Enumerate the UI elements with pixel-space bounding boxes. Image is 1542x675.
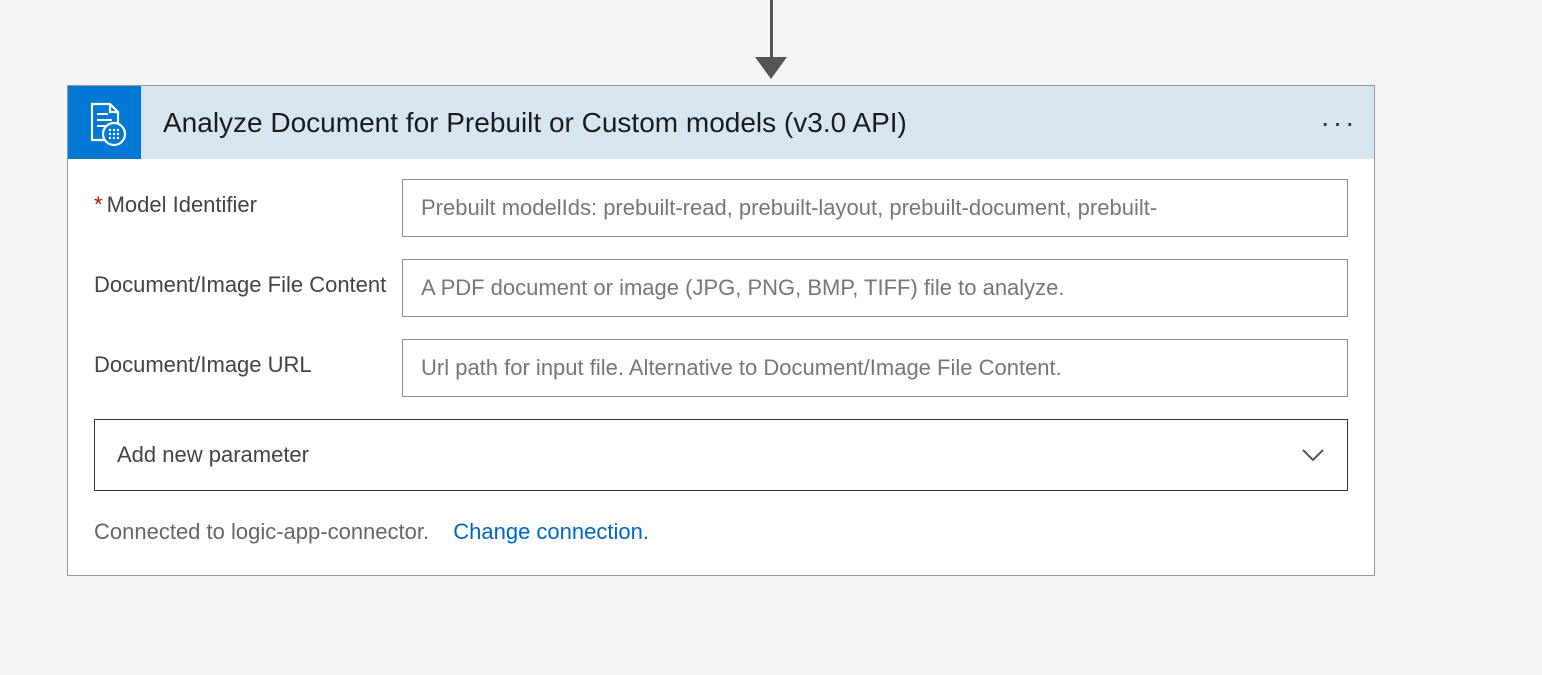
model-identifier-input[interactable] <box>402 179 1348 237</box>
field-document-content: Document/Image File Content <box>94 259 1348 317</box>
document-url-input[interactable] <box>402 339 1348 397</box>
card-title: Analyze Document for Prebuilt or Custom … <box>141 107 1304 139</box>
action-card: Analyze Document for Prebuilt or Custom … <box>67 85 1375 576</box>
field-model-identifier: *Model Identifier <box>94 179 1348 237</box>
dropdown-label: Add new parameter <box>117 442 309 468</box>
connection-status-text: Connected to logic-app-connector. <box>94 519 429 544</box>
document-ai-icon <box>68 86 141 159</box>
field-label: Document/Image File Content <box>94 259 402 301</box>
card-header[interactable]: Analyze Document for Prebuilt or Custom … <box>68 86 1374 159</box>
flow-arrow <box>755 0 787 85</box>
document-content-input[interactable] <box>402 259 1348 317</box>
more-menu-button[interactable]: ··· <box>1304 86 1374 159</box>
field-label: Document/Image URL <box>94 339 402 381</box>
required-asterisk: * <box>94 192 103 217</box>
connection-footer: Connected to logic-app-connector. Change… <box>94 519 1348 545</box>
field-label: *Model Identifier <box>94 179 402 221</box>
change-connection-link[interactable]: Change connection. <box>453 519 649 544</box>
chevron-down-icon <box>1301 448 1325 462</box>
add-parameter-dropdown[interactable]: Add new parameter <box>94 419 1348 491</box>
field-document-url: Document/Image URL <box>94 339 1348 397</box>
card-body: *Model Identifier Document/Image File Co… <box>68 159 1374 575</box>
